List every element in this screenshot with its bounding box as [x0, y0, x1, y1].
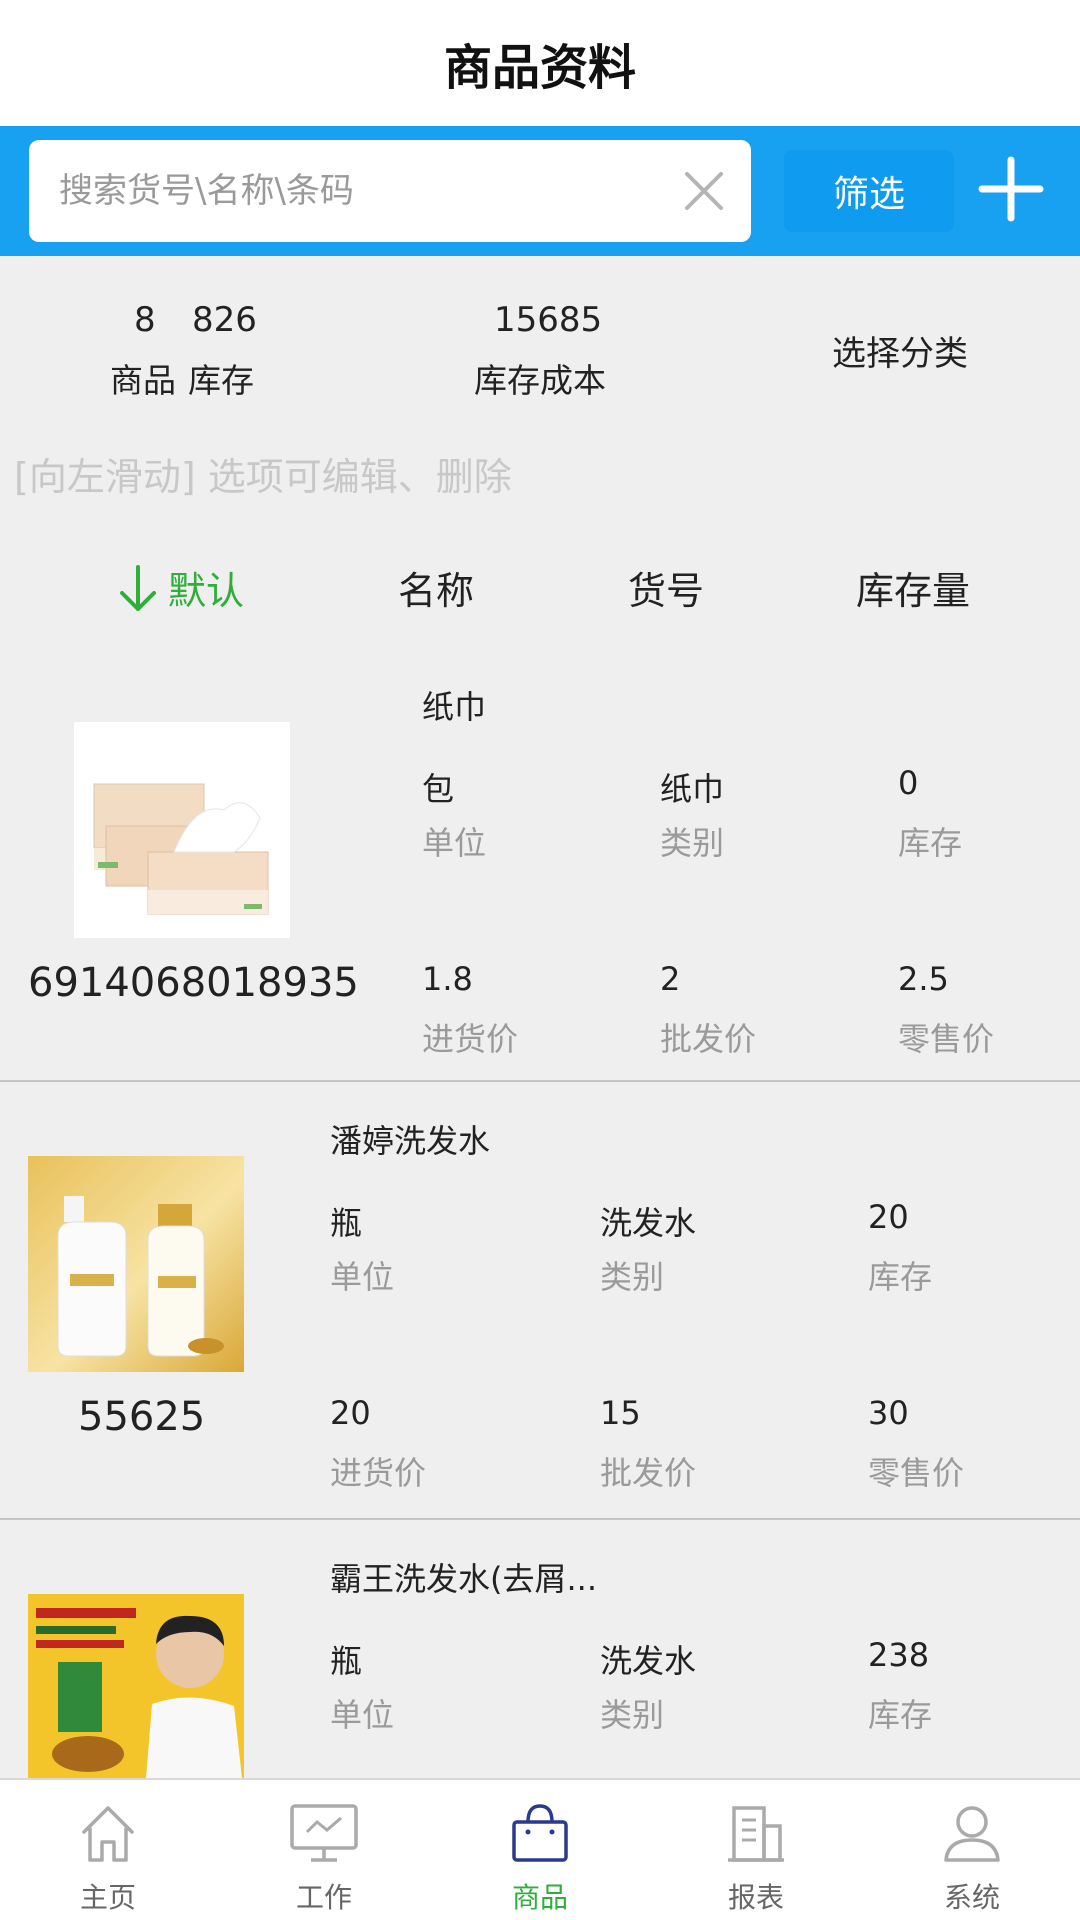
stock-label: 库存: [868, 1696, 933, 1734]
category-label: 类别: [600, 1696, 665, 1734]
stock-cost-value: 15685: [494, 300, 603, 340]
tab-products-label: 商品: [511, 1881, 568, 1914]
tab-work[interactable]: 工作: [216, 1780, 432, 1920]
search-box[interactable]: [29, 140, 751, 242]
product-stock: 20: [868, 1198, 909, 1236]
tab-reports[interactable]: 报表: [648, 1780, 864, 1920]
product-stock: 238: [868, 1636, 930, 1674]
product-name: 霸王洗发水(去屑...: [330, 1560, 598, 1598]
product-name: 潘婷洗发水: [330, 1122, 491, 1160]
wholesale-price-label: 批发价: [660, 1020, 757, 1058]
purchase-price-label: 进货价: [330, 1454, 427, 1492]
product-item[interactable]: 霸王洗发水(去屑... 瓶 单位 洗发水 类别 238 库存: [0, 1520, 1080, 1778]
stock-label: 库存: [868, 1258, 933, 1296]
stock-label: 库存: [898, 824, 963, 862]
stock-count-label: 库存: [188, 361, 254, 400]
select-category-button[interactable]: 选择分类: [832, 326, 968, 375]
tab-home-label: 主页: [79, 1881, 136, 1914]
sort-stock-button[interactable]: 库存量: [856, 560, 970, 615]
shampoo-ad-poster-image: [28, 1594, 244, 1778]
filter-button[interactable]: 筛选: [784, 150, 954, 232]
shampoo-bottle-image: [28, 1156, 244, 1372]
unit-label: 单位: [330, 1696, 395, 1734]
inventory-stats: 8 826 商品 库存 15685 库存成本 选择分类: [0, 256, 1080, 426]
unit-label: 单位: [330, 1258, 395, 1296]
sort-bar: 默认 名称 货号 库存量: [0, 550, 1080, 626]
product-category: 纸巾: [660, 770, 725, 808]
report-building-icon: [728, 1806, 784, 1862]
product-stock: 0: [898, 764, 919, 802]
wholesale-price: 2: [660, 960, 681, 998]
product-item[interactable]: 6914068018935 纸巾 包 单位 纸巾 类别 0 库存 1.8 进货价…: [0, 652, 1080, 1082]
product-code: 6914068018935: [28, 960, 359, 1006]
bottom-tab-bar: 主页 工作 商品 报表 系统: [0, 1778, 1080, 1920]
product-unit: 瓶: [330, 1204, 363, 1242]
purchase-price: 20: [330, 1394, 371, 1432]
shopping-bag-icon: [512, 1804, 568, 1862]
sort-default-button[interactable]: 默认: [116, 560, 244, 615]
clear-icon[interactable]: [679, 166, 729, 216]
retail-price: 30: [868, 1394, 909, 1432]
retail-price-label: 零售价: [868, 1454, 965, 1492]
sort-default-label: 默认: [168, 569, 245, 613]
search-input[interactable]: [59, 171, 659, 211]
purchase-price-label: 进货价: [422, 1020, 519, 1058]
tab-work-label: 工作: [295, 1881, 352, 1914]
monitor-icon: [290, 1804, 358, 1862]
tissue-box-image: [74, 722, 290, 938]
arrow-down-icon: [120, 564, 156, 611]
product-name: 纸巾: [422, 688, 487, 726]
swipe-hint: [向左滑动] 选项可编辑、删除: [14, 455, 512, 499]
purchase-price: 1.8: [422, 960, 473, 998]
category-label: 类别: [660, 824, 725, 862]
product-unit: 瓶: [330, 1642, 363, 1680]
product-count-label: 商品: [110, 361, 176, 400]
home-icon: [82, 1806, 134, 1862]
product-category: 洗发水: [600, 1642, 697, 1680]
retail-price-label: 零售价: [898, 1020, 995, 1058]
user-icon: [944, 1806, 1000, 1862]
tab-system[interactable]: 系统: [864, 1780, 1080, 1920]
tab-system-label: 系统: [943, 1881, 1000, 1914]
product-category: 洗发水: [600, 1204, 697, 1242]
add-icon[interactable]: [978, 156, 1044, 222]
app-header: 商品资料: [0, 0, 1080, 126]
stock-cost-label: 库存成本: [474, 361, 606, 400]
page-title: 商品资料: [443, 40, 636, 96]
search-bar: 筛选: [0, 126, 1080, 256]
retail-price: 2.5: [898, 960, 949, 998]
tab-home[interactable]: 主页: [0, 1780, 216, 1920]
category-label: 类别: [600, 1258, 665, 1296]
product-count: 8: [134, 300, 156, 340]
product-code: 55625: [78, 1394, 206, 1440]
tab-reports-label: 报表: [727, 1881, 784, 1914]
product-unit: 包: [422, 770, 455, 808]
tab-products[interactable]: 商品: [432, 1780, 648, 1920]
sort-code-button[interactable]: 货号: [628, 560, 704, 615]
stock-count: 826: [192, 300, 257, 340]
sort-name-button[interactable]: 名称: [398, 560, 474, 615]
wholesale-price-label: 批发价: [600, 1454, 697, 1492]
wholesale-price: 15: [600, 1394, 641, 1432]
unit-label: 单位: [422, 824, 487, 862]
product-item[interactable]: 55625 潘婷洗发水 瓶 单位 洗发水 类别 20 库存 20 进货价 15 …: [0, 1082, 1080, 1520]
